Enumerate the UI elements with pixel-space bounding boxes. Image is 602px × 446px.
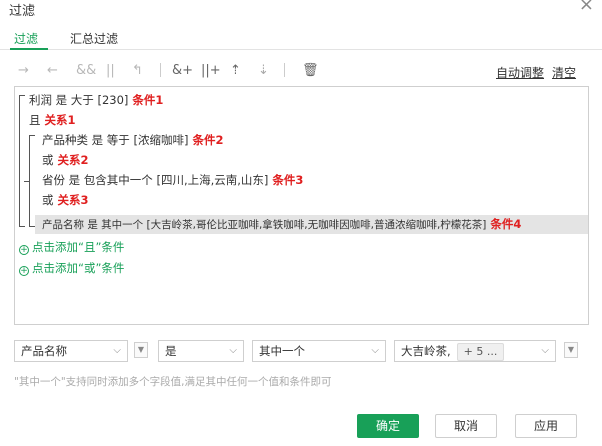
hint-text: "其中一个"支持同时添加多个字段值,满足其中任何一个值和条件即可 bbox=[14, 376, 332, 388]
add-and-label: 点击添加“且”条件 bbox=[32, 240, 125, 254]
condition-text: 省份 是 包含其中一个 [四川,上海,云南,山东] bbox=[42, 173, 269, 187]
operator-select[interactable]: 是 ⌵ bbox=[158, 340, 244, 362]
add-or-condition-link[interactable]: + 点击添加“或”条件 bbox=[19, 260, 124, 276]
annotation-label: 关系1 bbox=[44, 113, 76, 127]
move-up-icon[interactable]: ⇡ bbox=[230, 62, 241, 80]
add-or-icon[interactable]: ||+ bbox=[201, 62, 221, 80]
auto-adjust-link[interactable]: 自动调整 bbox=[496, 64, 544, 81]
field-type-toggle[interactable]: ▼ bbox=[134, 342, 148, 358]
field-select[interactable]: 产品名称 ⌵ bbox=[14, 340, 128, 362]
condition-box: 利润 是 大于 [230] 条件1 且关系1 产品种类 是 等于 [浓缩咖啡] 条件… bbox=[14, 86, 589, 325]
match-select-value: 其中一个 bbox=[259, 344, 305, 358]
tab-active-underline bbox=[10, 48, 48, 50]
condition-row-3[interactable]: 省份 是 包含其中一个 [四川,上海,云南,山东] 条件3 bbox=[42, 171, 303, 190]
plus-circle-icon: + bbox=[19, 266, 29, 276]
add-and-icon[interactable]: &+ bbox=[172, 62, 193, 80]
tab-bar: 过滤 汇总过滤 bbox=[0, 24, 602, 50]
chevron-down-icon: ⌵ bbox=[541, 345, 549, 356]
dialog-title: 过滤 bbox=[9, 4, 36, 19]
arrow-right-icon[interactable]: → bbox=[18, 62, 29, 80]
tab-summary-filter[interactable]: 汇总过滤 bbox=[70, 30, 118, 47]
annotation-label: 条件2 bbox=[192, 133, 224, 147]
plus-circle-icon: + bbox=[19, 245, 29, 255]
apply-button[interactable]: 应用 bbox=[515, 414, 577, 438]
relation-row-3[interactable]: 或关系3 bbox=[42, 191, 89, 210]
chevron-down-icon: ⌵ bbox=[371, 345, 379, 356]
condition-row-1[interactable]: 利润 是 大于 [230] 条件1 bbox=[29, 91, 163, 110]
inner-brace-tip bbox=[24, 181, 29, 182]
relation-text: 或 bbox=[42, 193, 54, 207]
value-select[interactable]: 大吉岭茶, + 5 ... ⌵ bbox=[394, 340, 556, 362]
match-select[interactable]: 其中一个 ⌵ bbox=[252, 340, 386, 362]
annotation-label: 条件3 bbox=[272, 173, 304, 187]
relation-row-2[interactable]: 或关系2 bbox=[42, 151, 89, 170]
relation-row-1[interactable]: 且关系1 bbox=[29, 111, 76, 130]
annotation-label: 条件4 bbox=[490, 217, 522, 231]
toolbar-separator bbox=[284, 63, 285, 77]
close-icon[interactable]: × bbox=[579, 0, 594, 15]
return-icon[interactable]: ↰ bbox=[132, 62, 143, 80]
condition-text: 产品名称 是 其中一个 [大吉岭茶,哥伦比亚咖啡,拿铁咖啡,无咖啡因咖啡,普通浓… bbox=[42, 219, 487, 231]
value-select-value: 大吉岭茶, bbox=[401, 344, 451, 358]
annotation-label: 关系3 bbox=[57, 193, 89, 207]
move-down-icon[interactable]: ⇣ bbox=[258, 62, 269, 80]
or-icon[interactable]: || bbox=[106, 62, 115, 80]
value-type-toggle[interactable]: ▼ bbox=[564, 342, 578, 358]
ok-button[interactable]: 确定 bbox=[357, 414, 419, 438]
toolbar: → ← && || ↰ &+ ||+ ⇡ ⇣ 🗑 自动调整 清空 bbox=[14, 60, 589, 84]
clear-link[interactable]: 清空 bbox=[552, 64, 576, 81]
inner-bracket bbox=[29, 135, 35, 227]
annotation-label: 条件1 bbox=[132, 93, 164, 107]
and-icon[interactable]: && bbox=[76, 62, 96, 80]
relation-text: 且 bbox=[29, 113, 41, 127]
chevron-down-icon: ⌵ bbox=[113, 345, 121, 356]
add-or-label: 点击添加“或”条件 bbox=[32, 261, 125, 275]
tab-filter[interactable]: 过滤 bbox=[14, 30, 38, 47]
delete-icon[interactable]: 🗑 bbox=[302, 62, 319, 80]
cancel-button[interactable]: 取消 bbox=[435, 414, 497, 438]
operator-select-value: 是 bbox=[165, 344, 177, 358]
condition-text: 利润 是 大于 [230] bbox=[29, 93, 129, 107]
condition-row-2[interactable]: 产品种类 是 等于 [浓缩咖啡] 条件2 bbox=[42, 131, 223, 150]
outer-bracket bbox=[19, 95, 25, 227]
add-and-condition-link[interactable]: + 点击添加“且”条件 bbox=[19, 239, 124, 255]
arrow-left-icon[interactable]: ← bbox=[47, 62, 58, 80]
relation-text: 或 bbox=[42, 153, 54, 167]
annotation-label: 关系2 bbox=[57, 153, 89, 167]
more-values-tag: + 5 ... bbox=[456, 343, 505, 361]
toolbar-separator bbox=[160, 63, 161, 77]
field-select-value: 产品名称 bbox=[21, 344, 67, 358]
chevron-down-icon: ⌵ bbox=[229, 345, 237, 356]
condition-row-4[interactable]: 产品名称 是 其中一个 [大吉岭茶,哥伦比亚咖啡,拿铁咖啡,无咖啡因咖啡,普通浓… bbox=[35, 215, 588, 234]
condition-text: 产品种类 是 等于 [浓缩咖啡] bbox=[42, 133, 189, 147]
